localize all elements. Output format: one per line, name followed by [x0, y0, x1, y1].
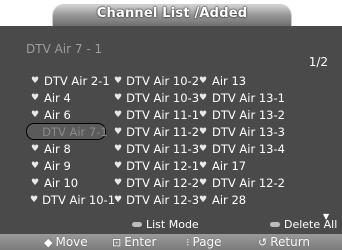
enter-hint[interactable]: ⊡ Enter	[112, 235, 156, 249]
channel-item[interactable]: ♥ Air 8	[30, 140, 114, 157]
channel-label: DTV Air 2-1	[44, 73, 110, 88]
channel-label: DTV Air 12-2	[212, 175, 285, 190]
move-arrows-icon: ◆	[44, 235, 53, 249]
return-icon: ↺	[258, 235, 268, 249]
sub-function-row: List Mode Delete All	[0, 217, 342, 232]
heart-icon: ♥	[198, 194, 208, 205]
heart-icon: ♥	[198, 109, 208, 120]
heart-icon: ♥	[30, 75, 40, 86]
channel-item[interactable]: ♥ Air 6	[30, 106, 114, 123]
channel-item[interactable]: ♥ Air 28	[198, 191, 298, 208]
delete-all-option[interactable]: Delete All	[270, 218, 337, 231]
channel-item[interactable]: ♥ Air 10	[30, 174, 114, 191]
channel-label: DTV Air 13-4	[212, 141, 285, 156]
channel-item[interactable]: ♥ DTV Air 2-1	[30, 72, 114, 89]
page-indicator: 1/2	[308, 55, 328, 69]
channel-item[interactable]: ♥ DTV Air 10-1	[30, 191, 116, 208]
list-mode-option[interactable]: List Mode	[132, 218, 199, 231]
channel-label: Air 17	[212, 158, 247, 173]
channel-label: Air 8	[44, 141, 71, 156]
heart-icon: ♥	[198, 126, 208, 137]
channel-label: Air 4	[44, 90, 71, 105]
channel-label: DTV Air 12-1	[126, 158, 200, 173]
current-channel: DTV Air 7 - 1	[26, 42, 103, 56]
heart-icon: ♥	[114, 194, 123, 205]
page-hint[interactable]: ⁝ Page	[186, 235, 222, 249]
return-hint[interactable]: ↺ Return	[258, 235, 310, 249]
heart-icon: ♥	[30, 143, 40, 154]
page-label: Page	[192, 235, 222, 249]
heart-icon: ♥	[114, 109, 123, 120]
heart-icon: ♥	[114, 92, 123, 103]
heart-icon: ♥	[114, 160, 123, 171]
channel-grid: ♥DTV Air 2-1♥Air 4♥Air 6♥DTV Air 7-1♥Air…	[26, 72, 298, 208]
delete-all-label: Delete All	[284, 218, 338, 231]
heart-icon: ♥	[30, 177, 40, 188]
channel-list-screen: Channel List /Added DTV Air 7 - 1 1/2 ♥ D…	[0, 0, 342, 250]
list-mode-icon	[132, 222, 142, 227]
list-mode-label: List Mode	[146, 218, 199, 231]
move-label: Move	[55, 235, 88, 249]
heart-icon: ♥	[198, 143, 208, 154]
channel-item[interactable]: ♥ DTV Air 11-1	[114, 106, 200, 123]
channel-label: DTV Air 13-3	[212, 124, 285, 139]
heart-icon: ♥	[30, 194, 39, 205]
channel-label: DTV Air 7-1	[42, 124, 108, 139]
channel-item[interactable]: ♥ DTV Air 12-2	[198, 174, 298, 191]
return-label: Return	[270, 235, 311, 249]
channel-item[interactable]: ♥ DTV Air 12-3	[114, 191, 200, 208]
channel-label: DTV Air 10-2	[126, 73, 200, 88]
channel-item[interactable]: ♥ Air 9	[30, 157, 114, 174]
move-hint[interactable]: ◆ Move	[44, 235, 88, 249]
channel-label: DTV Air 12-2	[126, 175, 200, 190]
channel-item[interactable]: ♥ DTV Air 13-2	[198, 106, 298, 123]
page-icon: ⁝	[186, 235, 190, 249]
heart-icon: ♥	[198, 92, 208, 103]
heart-icon: ♥	[30, 109, 40, 120]
heart-icon: ♥	[198, 160, 208, 171]
screen-title: Channel List /Added	[96, 6, 248, 21]
channel-label: DTV Air 10-3	[126, 90, 200, 105]
channel-item[interactable]: ♥ Air 17	[198, 157, 298, 174]
title-bar: Channel List /Added	[0, 0, 342, 26]
channel-item[interactable]: ♥ DTV Air 10-3	[114, 89, 200, 106]
channel-item[interactable]: ♥ Air 13	[198, 72, 298, 89]
channel-item[interactable]: ♥ DTV Air 13-1	[198, 89, 298, 106]
channel-item[interactable]: ♥ DTV Air 11-3	[114, 140, 200, 157]
channel-label: DTV Air 11-1	[126, 107, 200, 122]
heart-icon: ♥	[198, 177, 208, 188]
channel-label: Air 28	[212, 192, 247, 207]
channel-item[interactable]: ♥ DTV Air 13-4	[198, 140, 298, 157]
heart-icon: ♥	[114, 75, 123, 86]
channel-label: DTV Air 10-1	[42, 192, 116, 207]
channel-item[interactable]: ♥ DTV Air 11-2	[114, 123, 200, 140]
heart-icon: ♥	[30, 92, 40, 103]
enter-icon: ⊡	[112, 235, 122, 249]
channel-item[interactable]: ♥ DTV Air 12-1	[114, 157, 200, 174]
delete-all-icon	[270, 222, 280, 227]
heart-icon: ♥	[114, 126, 123, 137]
channel-label: DTV Air 13-2	[212, 107, 285, 122]
channel-label: Air 6	[44, 107, 71, 122]
heart-icon: ♥	[114, 177, 123, 188]
heart-icon: ♥	[198, 75, 208, 86]
channel-label: DTV Air 12-3	[126, 192, 200, 207]
channel-item[interactable]: ♥ DTV Air 12-2	[114, 174, 200, 191]
channel-label: Air 13	[212, 73, 247, 88]
channel-item-selected[interactable]: ♥DTV Air 7-1	[26, 123, 108, 140]
channel-item[interactable]: ♥ DTV Air 13-3	[198, 123, 298, 140]
channel-label: DTV Air 13-1	[212, 90, 285, 105]
heart-icon: ♥	[30, 160, 40, 171]
heart-icon: ♥	[114, 143, 123, 154]
navigation-bar: ◆ Move ⊡ Enter ⁝ Page ↺ Return	[0, 234, 342, 250]
channel-label: Air 9	[44, 158, 71, 173]
channel-label: DTV Air 11-3	[126, 141, 200, 156]
channel-label: DTV Air 11-2	[126, 124, 200, 139]
enter-label: Enter	[124, 235, 157, 249]
channel-item[interactable]: ♥ DTV Air 10-2	[114, 72, 200, 89]
channel-item[interactable]: ♥ Air 4	[30, 89, 114, 106]
channel-label: Air 10	[44, 175, 79, 190]
